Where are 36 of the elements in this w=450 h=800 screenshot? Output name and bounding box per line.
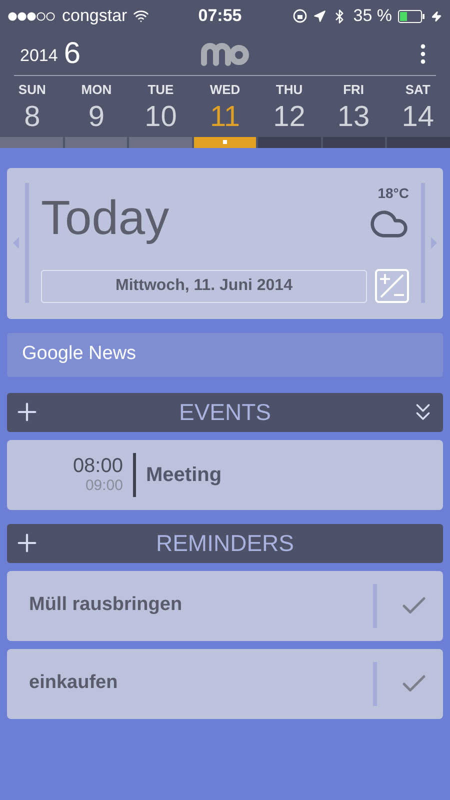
reminder-card[interactable]: Müll rausbringen [7,570,443,640]
signal-icon [8,12,56,20]
clock-time: 07:55 [197,5,243,28]
day-tab[interactable]: MON 9 [64,80,129,134]
reminder-card[interactable]: einkaufen [7,648,443,718]
day-tab[interactable]: SUN 8 [0,80,64,134]
temperature: 18°C [378,184,409,203]
day-tab[interactable]: FRI 13 [321,80,386,134]
carrier-name: congstar [62,5,128,28]
today-title: Today [41,191,170,247]
rotation-lock-icon [293,9,308,23]
section-title: EVENTS [178,398,272,427]
day-tab[interactable]: SAT 14 [386,80,450,134]
day-tab[interactable]: THU 12 [257,80,322,134]
date-button[interactable]: Mittwoch, 11. Juni 2014 [41,270,367,302]
news-bar[interactable]: Google News [7,332,443,376]
year-label: 2014 [20,44,58,66]
section-title: REMINDERS [154,528,295,558]
wifi-icon [133,8,150,24]
month-number: 6 [64,36,81,72]
reminder-title: Müll rausbringen [29,593,184,618]
next-day-arrow-icon[interactable] [431,237,437,249]
plus-minus-icon[interactable] [375,269,409,303]
logo-icon [200,40,250,66]
battery-percent: 35 % [353,5,392,28]
day-tab[interactable]: WED 11 [192,80,258,134]
event-start-time: 08:00 [72,454,123,476]
battery-icon [398,10,425,22]
event-card[interactable]: 08:00 09:00 Meeting [7,440,443,510]
day-tab[interactable]: TUE 10 [128,80,193,134]
previous-day-arrow-icon[interactable] [13,237,19,249]
reminder-title: einkaufen [29,671,119,696]
event-end-time: 09:00 [85,476,123,494]
location-arrow-icon [313,10,326,22]
event-title: Meeting [146,462,222,488]
charging-icon [431,10,442,22]
